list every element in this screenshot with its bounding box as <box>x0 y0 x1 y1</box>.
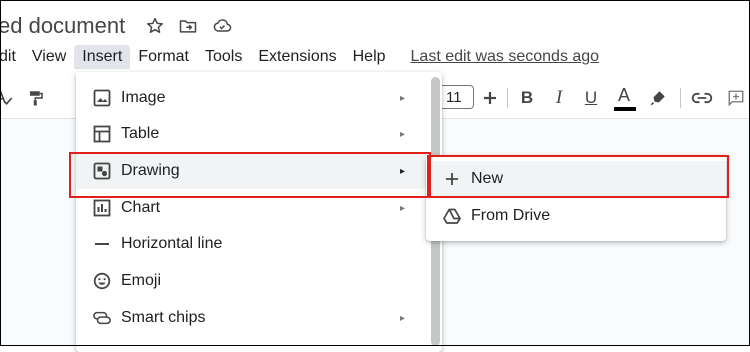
drawing-submenu-item-new[interactable]: New <box>426 161 726 197</box>
title-row: ed document <box>0 8 233 44</box>
text-color-swatch <box>614 107 636 111</box>
cloud-status-icon[interactable] <box>211 16 233 36</box>
menu-extensions[interactable]: Extensions <box>250 45 344 69</box>
bold-button[interactable]: B <box>516 80 538 116</box>
submenu-arrow-icon: ▸ <box>400 312 406 324</box>
table-icon <box>93 125 111 143</box>
insert-menu-item-emoji[interactable]: Emoji <box>76 263 431 299</box>
insert-menu-label: Drawing <box>121 162 180 179</box>
submenu-arrow-icon: ▸ <box>400 165 406 177</box>
insert-menu-label: Chart <box>121 199 161 216</box>
smart-chips-icon <box>93 309 111 327</box>
submenu-label: From Drive <box>471 207 551 224</box>
chart-icon <box>93 199 111 217</box>
add-comment-icon[interactable] <box>724 80 748 116</box>
insert-menu-label: Emoji <box>121 272 162 289</box>
insert-menu-item-image[interactable]: Image ▸ <box>76 80 431 116</box>
paint-format-icon[interactable] <box>24 80 48 116</box>
insert-menu-label: Image <box>121 89 166 106</box>
insert-menu-item-drawing[interactable]: Drawing ▸ <box>76 153 431 189</box>
spellcheck-icon[interactable] <box>0 80 16 116</box>
menu-insert[interactable]: Insert <box>74 45 131 69</box>
font-size-input[interactable]: 11 <box>442 85 474 109</box>
submenu-label: New <box>471 170 504 187</box>
drive-icon <box>443 207 461 225</box>
menu-tools[interactable]: Tools <box>197 45 250 69</box>
insert-menu-label: Table <box>121 125 160 142</box>
last-edit-link[interactable]: Last edit was seconds ago <box>411 48 600 66</box>
submenu-arrow-icon: ▸ <box>400 128 406 140</box>
toolbar-divider <box>680 88 681 108</box>
menu-edit[interactable]: dit <box>0 45 24 69</box>
insert-link-icon[interactable] <box>689 80 715 116</box>
emoji-icon <box>93 272 111 290</box>
toolbar-divider <box>507 88 508 108</box>
menu-format[interactable]: Format <box>130 45 197 69</box>
increase-font-size-button[interactable] <box>478 80 502 116</box>
image-icon <box>93 89 111 107</box>
menu-help[interactable]: Help <box>345 45 394 69</box>
document-title[interactable]: ed document <box>0 13 125 39</box>
move-to-folder-icon[interactable] <box>178 16 198 36</box>
submenu-arrow-icon: ▸ <box>400 92 406 104</box>
text-color-button[interactable]: A <box>612 80 636 116</box>
plus-icon <box>443 170 461 188</box>
highlight-icon[interactable] <box>646 80 670 116</box>
horizontal-line-icon <box>93 235 111 253</box>
insert-menu-item-table[interactable]: Table ▸ <box>76 116 431 152</box>
submenu-arrow-icon: ▸ <box>400 202 406 214</box>
menu-view[interactable]: View <box>24 45 74 69</box>
italic-button[interactable]: I <box>548 80 570 116</box>
insert-menu-label: Horizontal line <box>121 235 223 252</box>
insert-menu-label: Smart chips <box>121 309 206 326</box>
insert-menu-item-smart-chips[interactable]: Smart chips ▸ <box>76 300 431 336</box>
drawing-icon <box>93 162 111 180</box>
insert-menu-item-horizontal-line[interactable]: Horizontal line <box>76 226 431 262</box>
underline-button[interactable]: U <box>580 80 602 116</box>
star-icon[interactable] <box>145 16 165 36</box>
insert-menu: Image ▸ Table ▸ Drawing ▸ Chart ▸ Horizo… <box>76 72 442 352</box>
drawing-submenu: New From Drive <box>426 155 726 241</box>
menu-bar: dit View Insert Format Tools Extensions … <box>0 44 599 70</box>
drawing-submenu-item-from-drive[interactable]: From Drive <box>426 198 726 234</box>
insert-menu-item-chart[interactable]: Chart ▸ <box>76 190 431 226</box>
